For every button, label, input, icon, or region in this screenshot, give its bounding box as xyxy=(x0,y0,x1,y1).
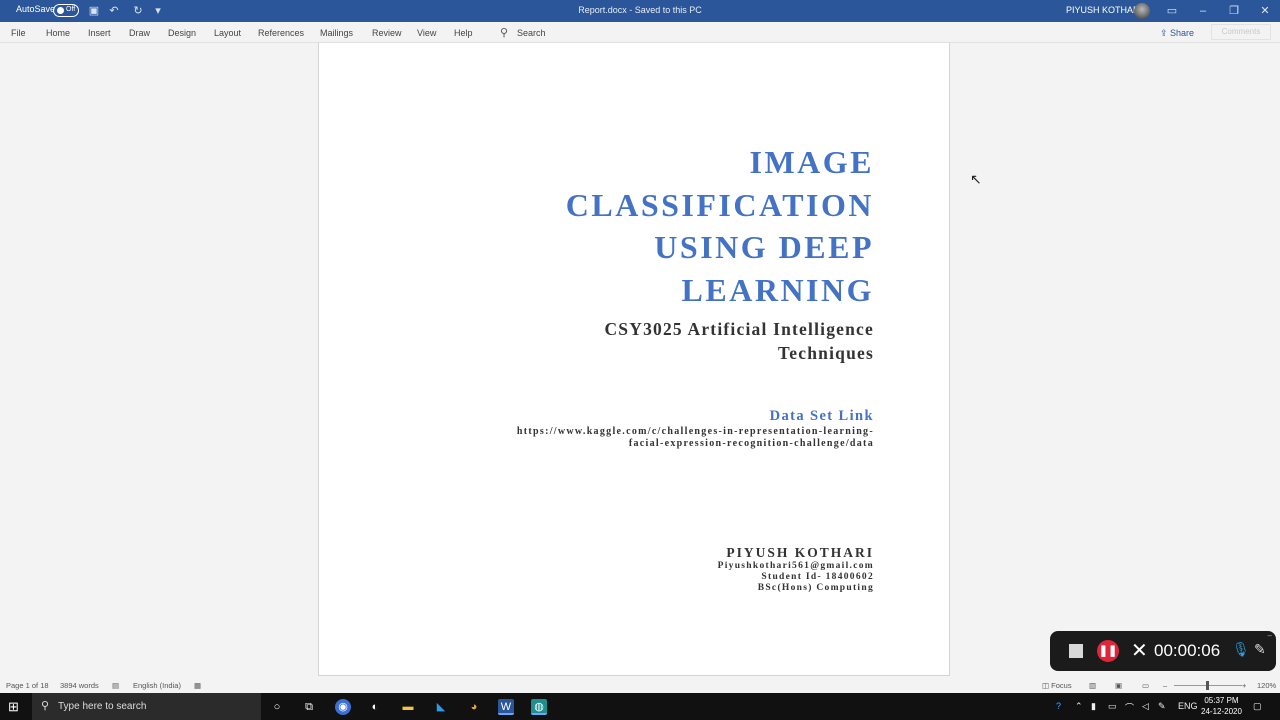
author-name: PIYUSH KOTHARI xyxy=(726,545,874,560)
focus-button[interactable]: ◫ Focus xyxy=(1042,681,1072,690)
title-line: LEARNING xyxy=(681,271,874,308)
document-page[interactable]: IMAGE CLASSIFICATION USING DEEP LEARNING… xyxy=(318,43,950,676)
mouse-cursor-icon: ↖ xyxy=(970,171,982,187)
windows-start-icon[interactable]: ⊞ xyxy=(8,699,19,715)
comments-label: Comments xyxy=(1221,27,1261,36)
document-title-block: IMAGE CLASSIFICATION USING DEEP LEARNING xyxy=(434,141,874,311)
print-layout-icon[interactable]: ▣ xyxy=(1115,681,1122,690)
tab-help[interactable]: Help xyxy=(454,28,473,38)
tab-layout[interactable]: Layout xyxy=(214,28,241,38)
app-icon[interactable]: ◉ xyxy=(335,699,351,715)
clock-time: 05:37 PM xyxy=(1204,696,1239,705)
tab-review[interactable]: Review xyxy=(372,28,402,38)
student-id: Student Id- 18400602 xyxy=(761,572,874,582)
tab-mailings[interactable]: Mailings xyxy=(320,28,353,38)
clock-date: 24-12-2020 xyxy=(1201,707,1242,716)
read-mode-icon[interactable]: ▥ xyxy=(1089,681,1096,690)
taskbar: ⊞ ⚲ Type here to search ○ ⧉ ◉ ◐ ▬ ◣ ◕ W … xyxy=(0,693,1280,720)
word-count[interactable]: 3894 words xyxy=(60,681,99,690)
ribbon-tabs: File Home Insert Draw Design Layout Refe… xyxy=(0,22,1280,43)
task-view-icon[interactable]: ⧉ xyxy=(301,699,317,715)
screen-recorder: ❚❚ ✕ 00:00:06 🎙 ✎ – xyxy=(1050,631,1276,671)
input-language[interactable]: ENG xyxy=(1178,701,1198,711)
status-bar: Page 1 of 18 3894 words ▤ English (India… xyxy=(0,677,1280,693)
document-subtitle: CSY3025 Artificial Intelligence Techniqu… xyxy=(434,317,874,365)
ribbon-display-icon[interactable]: ▭ xyxy=(1164,3,1180,19)
user-name[interactable]: PIYUSH KOTHARI xyxy=(1066,5,1142,15)
battery-icon[interactable]: ▭ xyxy=(1108,701,1117,712)
chrome-icon[interactable]: ◕ xyxy=(466,699,482,715)
cortana-icon[interactable]: ○ xyxy=(269,699,285,715)
tab-home[interactable]: Home xyxy=(46,28,70,38)
pause-recording-button[interactable]: ❚❚ xyxy=(1097,640,1119,662)
recording-timer: 00:00:06 xyxy=(1154,641,1221,660)
cancel-recording-icon[interactable]: ✕ xyxy=(1131,638,1148,663)
microphone-icon[interactable]: 🎙 xyxy=(1232,641,1250,658)
author-block: PIYUSH KOTHARI Piyushkothari561@gmail.co… xyxy=(718,545,874,594)
focus-icon: ◫ xyxy=(1042,681,1052,690)
title-line: IMAGE xyxy=(749,144,874,180)
volume-icon[interactable]: ◁ xyxy=(1142,701,1149,712)
file-explorer-icon[interactable]: ▬ xyxy=(400,699,416,715)
web-layout-icon[interactable]: ▭ xyxy=(1142,681,1149,690)
zoom-out-icon[interactable]: – xyxy=(1163,681,1167,690)
author-email: Piyushkothari561@gmail.com xyxy=(717,561,874,571)
dataset-url[interactable]: https://www.kaggle.com/c/challenges-in-r… xyxy=(454,426,874,450)
focus-label: Focus xyxy=(1051,681,1072,690)
stop-recording-button[interactable] xyxy=(1069,644,1083,658)
subtitle-line: CSY3025 Artificial Intelligence xyxy=(604,319,874,339)
search-input[interactable]: Search xyxy=(517,28,546,38)
screen-recorder-icon[interactable]: ◍ xyxy=(531,699,547,715)
proofing-icon[interactable]: ▤ xyxy=(112,681,119,690)
title-line: CLASSIFICATION xyxy=(565,186,874,223)
subtitle-line: Techniques xyxy=(778,343,874,363)
vscode-icon[interactable]: ◣ xyxy=(433,699,449,715)
restore-icon[interactable]: ❐ xyxy=(1226,3,1242,19)
zoom-in-icon[interactable]: + xyxy=(1242,681,1246,690)
minimize-icon[interactable]: – xyxy=(1195,3,1211,19)
close-icon[interactable]: ✕ xyxy=(1257,3,1273,19)
notifications-icon[interactable]: ▢ xyxy=(1253,701,1262,712)
dataset-heading: Data Set Link xyxy=(769,408,874,424)
tab-design[interactable]: Design xyxy=(168,28,196,38)
tab-references[interactable]: References xyxy=(258,28,304,38)
avatar[interactable] xyxy=(1134,3,1150,19)
share-button[interactable]: ⇪ Share xyxy=(1160,28,1194,39)
search-placeholder: Type here to search xyxy=(58,701,147,712)
tab-draw[interactable]: Draw xyxy=(129,28,150,38)
tab-file[interactable]: File xyxy=(11,28,26,38)
help-icon[interactable]: ? xyxy=(1056,701,1061,711)
wifi-icon[interactable]: ⌒ xyxy=(1125,701,1134,714)
url-line: https://www.kaggle.com/c/challenges-in-r… xyxy=(516,426,874,437)
search-icon[interactable]: ⚲ xyxy=(500,26,508,39)
taskbar-search[interactable]: ⚲ Type here to search xyxy=(32,693,261,720)
title-line: USING DEEP xyxy=(654,229,874,265)
comments-button[interactable]: Comments xyxy=(1211,24,1271,40)
pen-workspace-icon[interactable]: ✎ xyxy=(1158,701,1166,712)
tab-insert[interactable]: Insert xyxy=(88,28,111,38)
share-label: Share xyxy=(1170,28,1195,38)
tray-chevron-icon[interactable]: ⌃ xyxy=(1075,701,1083,712)
close-recorder-icon[interactable]: – xyxy=(1268,631,1272,640)
zoom-slider-thumb[interactable] xyxy=(1206,681,1209,690)
track-changes-icon[interactable]: ▦ xyxy=(194,681,201,690)
word-icon[interactable]: W xyxy=(498,699,514,715)
system-clock[interactable]: 05:37 PM 24-12-2020 xyxy=(1201,695,1242,717)
page-count[interactable]: Page 1 of 18 xyxy=(6,681,49,690)
language[interactable]: English (India) xyxy=(133,681,181,690)
title-bar: AutoSave Off ▣ ↶ ↻ ▾ Report.docx - Saved… xyxy=(0,0,1280,22)
pen-icon[interactable]: ✎ xyxy=(1254,641,1266,658)
course: BSc(Hons) Computing xyxy=(757,583,874,593)
steam-icon[interactable]: ◐ xyxy=(367,699,383,715)
mic-tray-icon[interactable]: ▮ xyxy=(1091,701,1096,712)
url-line: facial-expression-recognition-challenge/… xyxy=(628,438,874,449)
zoom-level[interactable]: 120% xyxy=(1257,681,1276,690)
tab-view[interactable]: View xyxy=(417,28,436,38)
search-icon: ⚲ xyxy=(41,700,50,712)
share-icon: ⇪ xyxy=(1160,28,1171,38)
